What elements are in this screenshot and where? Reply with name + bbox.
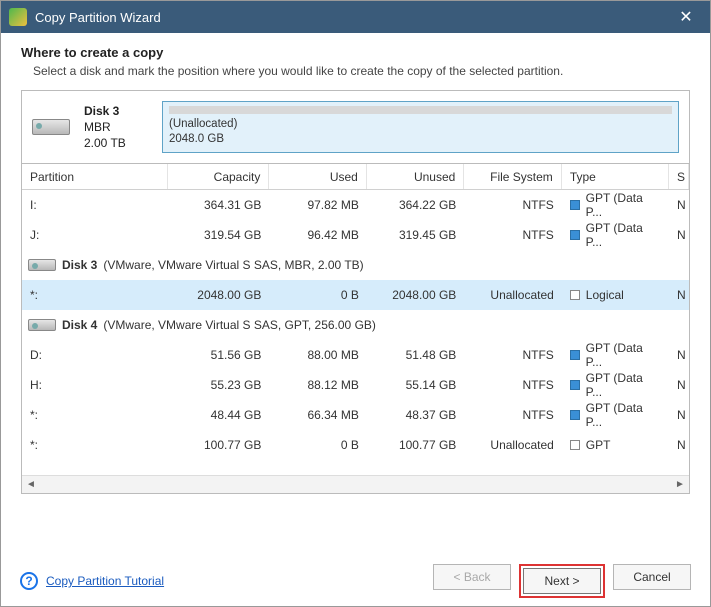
col-used[interactable]: Used [269,164,366,189]
disk-icon [28,319,56,331]
page-subheading: Select a disk and mark the position wher… [33,64,690,78]
table-row[interactable]: *: 48.44 GB 66.34 MB 48.37 GB NTFS GPT (… [22,400,689,430]
cancel-button[interactable]: Cancel [613,564,691,590]
alloc-size: 2048.0 GB [169,133,224,145]
scroll-right-icon[interactable]: ► [673,478,687,492]
window-title: Copy Partition Wizard [35,10,670,25]
app-icon [9,8,27,26]
back-button[interactable]: < Back [433,564,511,590]
disk-group[interactable]: Disk 3(VMware, VMware Virtual S SAS, MBR… [22,250,689,280]
help-link[interactable]: Copy Partition Tutorial [46,574,164,588]
table-row[interactable]: I: 364.31 GB 97.82 MB 364.22 GB NTFS GPT… [22,190,689,220]
disk-group[interactable]: Disk 4(VMware, VMware Virtual S SAS, GPT… [22,310,689,340]
close-icon[interactable]: ✕ [670,7,702,27]
table-row[interactable]: J: 319.54 GB 96.42 MB 319.45 GB NTFS GPT… [22,220,689,250]
target-disk-panel[interactable]: Disk 3 MBR 2.00 TB (Unallocated) 2048.0 … [21,90,690,164]
footer: ? Copy Partition Tutorial < Back Next > … [0,555,711,607]
wizard-header: Where to create a copy Select a disk and… [1,33,710,90]
page-heading: Where to create a copy [21,45,690,60]
table-row[interactable]: *: 2048.00 GB 0 B 2048.00 GB Unallocated… [22,280,689,310]
col-s[interactable]: S [669,164,689,189]
scroll-left-icon[interactable]: ◄ [24,478,38,492]
disk-info: Disk 3 MBR 2.00 TB [84,103,148,152]
table-header: Partition Capacity Used Unused File Syst… [22,164,689,190]
col-type[interactable]: Type [562,164,669,189]
table-row[interactable]: D: 51.56 GB 88.00 MB 51.48 GB NTFS GPT (… [22,340,689,370]
col-unused[interactable]: Unused [367,164,464,189]
help-area: ? Copy Partition Tutorial [20,572,164,590]
allocation-bar [169,106,672,114]
help-icon[interactable]: ? [20,572,38,590]
allocation-box[interactable]: (Unallocated) 2048.0 GB [162,101,679,153]
alloc-label: (Unallocated) [169,118,237,130]
partition-table: Partition Capacity Used Unused File Syst… [21,164,690,494]
table-row[interactable]: H: 55.23 GB 88.12 MB 55.14 GB NTFS GPT (… [22,370,689,400]
titlebar: Copy Partition Wizard ✕ [1,1,710,33]
disk-icon [32,119,70,135]
disk-icon [28,259,56,271]
horizontal-scrollbar[interactable]: ◄ ► [22,475,689,493]
table-row[interactable]: *: 100.77 GB 0 B 100.77 GB Unallocated G… [22,430,689,460]
next-button[interactable]: Next > [523,568,601,594]
col-filesystem[interactable]: File System [464,164,561,189]
col-partition[interactable]: Partition [22,164,168,189]
col-capacity[interactable]: Capacity [168,164,269,189]
